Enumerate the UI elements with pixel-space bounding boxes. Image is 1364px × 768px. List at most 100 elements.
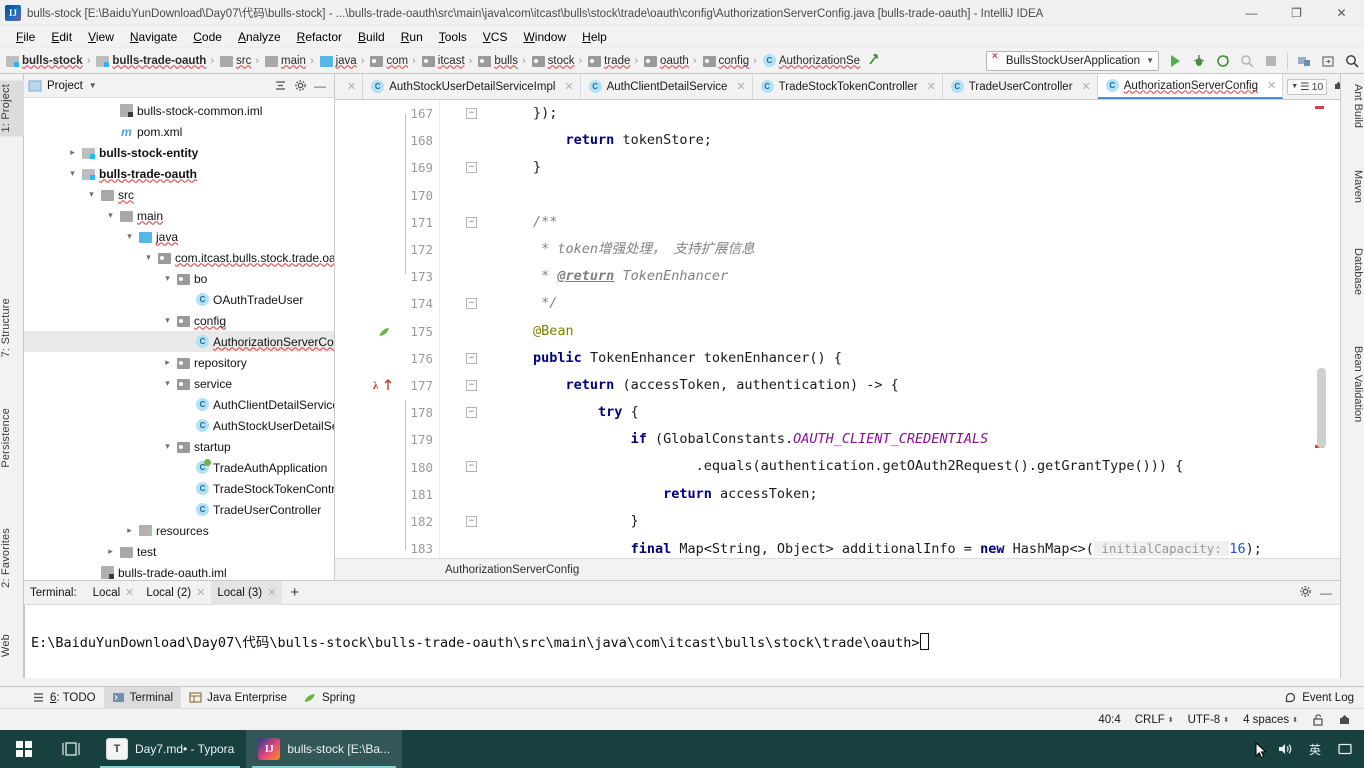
twisty-collapsed-icon[interactable]: ▸	[104, 545, 117, 558]
select-opened-file-button[interactable]	[1316, 49, 1340, 73]
menu-item-run[interactable]: Run	[393, 28, 431, 46]
right-tool-tab-bean-validation[interactable]: Bean Validation	[1340, 342, 1364, 426]
breadcrumb-com[interactable]: com ›	[368, 50, 419, 72]
breadcrumb-java[interactable]: java ›	[318, 50, 369, 72]
tree-node-bulls-trade-oauth-iml[interactable]: bulls-trade-oauth.iml	[24, 562, 334, 580]
tree-node-oauthtradeuser[interactable]: C OAuthTradeUser	[24, 289, 334, 310]
editor-tab-tradestocktokencontroller[interactable]: C TradeStockTokenController ✕	[752, 74, 943, 99]
gutter-line-173[interactable]: 173	[335, 263, 439, 290]
menu-item-edit[interactable]: Edit	[43, 28, 80, 46]
menu-item-navigate[interactable]: Navigate	[122, 28, 185, 46]
twisty-expanded-icon[interactable]: ▾	[161, 314, 174, 327]
tree-node-bulls-stock-common-iml[interactable]: bulls-stock-common.iml	[24, 100, 334, 121]
breadcrumb-src[interactable]: src ›	[218, 50, 263, 72]
event-log-button[interactable]: Event Log	[1274, 689, 1364, 706]
implementing-method-gutter-icon[interactable]: λ	[373, 377, 395, 396]
tree-node-com-itcast-bulls-stock-trade-oa[interactable]: ▾ com.itcast.bulls.stock.trade.oa	[24, 247, 334, 268]
spring-bean-gutter-icon[interactable]	[377, 324, 392, 342]
left-tool-tab-1-project[interactable]: 1: Project	[0, 80, 24, 137]
gutter-line-182[interactable]: 182−	[335, 508, 477, 535]
collapse-all-icon[interactable]	[270, 76, 290, 96]
twisty-expanded-icon[interactable]: ▾	[123, 230, 136, 243]
tree-node-bo[interactable]: ▾ bo	[24, 268, 334, 289]
taskbar-app-typora[interactable]: T Day7.md• - Typora	[94, 730, 246, 768]
tree-node-pom-xml[interactable]: m pom.xml	[24, 121, 334, 142]
editor-tab-tradeusercontroller[interactable]: C TradeUserController ✕	[942, 74, 1098, 99]
scrollbar-thumb[interactable]	[1317, 368, 1326, 448]
twisty-collapsed-icon[interactable]: ▸	[66, 146, 79, 159]
gutter-line-175[interactable]: 175	[335, 318, 439, 345]
close-icon[interactable]: ✕	[1267, 79, 1276, 92]
breadcrumb-itcast[interactable]: itcast ›	[420, 50, 477, 72]
new-terminal-tab-button[interactable]: +	[282, 584, 307, 601]
tree-node-bulls-trade-oauth[interactable]: ▾ bulls-trade-oauth	[24, 163, 334, 184]
editor-tab-authorizationserverconfig[interactable]: C AuthorizationServerConfig ✕	[1097, 74, 1284, 99]
gutter-line-180[interactable]: 180−	[335, 453, 477, 480]
menu-item-tools[interactable]: Tools	[431, 28, 475, 46]
twisty-collapsed-icon[interactable]: ▸	[123, 524, 136, 537]
run-with-coverage-button[interactable]	[1211, 49, 1235, 73]
close-icon[interactable]: ✕	[347, 80, 356, 93]
close-icon[interactable]: ✕	[267, 586, 276, 599]
menu-item-window[interactable]: Window	[515, 28, 574, 46]
tree-node-tradeauthapplication[interactable]: C TradeAuthApplication	[24, 457, 334, 478]
close-icon[interactable]: ✕	[927, 80, 936, 93]
terminal-tab-local[interactable]: Local ✕	[87, 581, 141, 605]
editor-scrollbar[interactable]	[1315, 100, 1326, 558]
editor-tab-authstockuserdetailserviceimpl[interactable]: C AuthStockUserDetailServiceImpl ✕	[363, 74, 581, 99]
breadcrumb-authorizationse[interactable]: C AuthorizationSe	[761, 50, 862, 72]
run-button[interactable]	[1163, 49, 1187, 73]
maximize-button[interactable]: ❐	[1274, 0, 1319, 26]
terminal-output[interactable]: E:\BaiduYunDownload\Day07\代码\bulls-stock…	[24, 605, 1340, 678]
twisty-expanded-icon[interactable]: ▾	[161, 440, 174, 453]
unlock-icon[interactable]	[1305, 711, 1331, 728]
inspector-icon[interactable]	[1331, 711, 1358, 728]
menu-item-file[interactable]: File	[8, 28, 43, 46]
taskbar-app-intellij[interactable]: IJ bulls-stock [E:\Ba...	[246, 730, 403, 768]
terminal-tab-local-3-[interactable]: Local (3) ✕	[211, 580, 283, 605]
ime-language-indicator[interactable]: 英	[1302, 730, 1328, 768]
project-tree[interactable]: bulls-stock-common.iml m pom.xml ▸ bulls-sto…	[24, 98, 334, 580]
left-tool-tab-2-favorites[interactable]: 2: Favorites	[0, 524, 24, 592]
search-everywhere-button[interactable]	[1340, 49, 1364, 73]
bottom-tab-java-enterprise[interactable]: Java Enterprise	[181, 687, 295, 709]
tree-node-tradestocktokencontr[interactable]: C TradeStockTokenContr	[24, 478, 334, 499]
right-tool-tab-maven[interactable]: Maven	[1340, 166, 1364, 207]
tree-node-main[interactable]: ▾ main	[24, 205, 334, 226]
tree-node-repository[interactable]: ▸ repository	[24, 352, 334, 373]
chevron-down-icon[interactable]: ▼	[89, 81, 97, 90]
left-tool-tab-7-structure[interactable]: 7: Structure	[0, 294, 24, 361]
task-view-icon[interactable]	[48, 730, 94, 768]
twisty-expanded-icon[interactable]: ▾	[161, 272, 174, 285]
error-stripe-marker[interactable]	[1315, 106, 1324, 109]
breadcrumb-stock[interactable]: stock ›	[530, 50, 587, 72]
editor-gutter[interactable]: 167−168 169−170 171−172 173 174−175 176−177 λ −…	[335, 100, 477, 558]
close-button[interactable]: ✕	[1319, 0, 1364, 26]
gear-icon[interactable]	[290, 76, 310, 96]
notification-icon[interactable]	[1330, 730, 1360, 768]
tree-node-src[interactable]: ▾ src	[24, 184, 334, 205]
twisty-expanded-icon[interactable]: ▾	[142, 251, 155, 264]
tree-node-tradeusercontroller[interactable]: C TradeUserController	[24, 499, 334, 520]
breadcrumb-config[interactable]: config ›	[701, 50, 761, 72]
line-separator-selector[interactable]: CRLF ⬍	[1128, 712, 1181, 728]
menu-item-vcs[interactable]: VCS	[475, 28, 516, 46]
tree-node-bulls-stock-entity[interactable]: ▸ bulls-stock-entity	[24, 142, 334, 163]
indent-selector[interactable]: 4 spaces ⬍	[1236, 712, 1305, 728]
tab-list-button[interactable]: ▼ ☰ 10	[1287, 78, 1328, 95]
windows-start-icon[interactable]	[0, 730, 48, 768]
menu-item-help[interactable]: Help	[574, 28, 615, 46]
menu-item-view[interactable]: View	[80, 28, 122, 46]
left-tool-tab-persistence[interactable]: Persistence	[0, 404, 24, 472]
stop-button[interactable]	[1259, 49, 1283, 73]
gutter-line-174[interactable]: 174−	[335, 290, 477, 317]
close-icon[interactable]: ✕	[736, 80, 745, 93]
gutter-line-169[interactable]: 169−	[335, 154, 477, 181]
left-tool-tab-web[interactable]: Web	[0, 630, 24, 661]
editor-breadcrumb[interactable]: AuthorizationServerConfig	[335, 558, 1340, 580]
gutter-line-181[interactable]: 181	[335, 481, 439, 508]
menu-item-code[interactable]: Code	[185, 28, 230, 46]
minimize-button[interactable]: —	[1229, 0, 1274, 26]
sound-icon[interactable]	[1270, 730, 1300, 768]
twisty-expanded-icon[interactable]: ▾	[66, 167, 79, 180]
